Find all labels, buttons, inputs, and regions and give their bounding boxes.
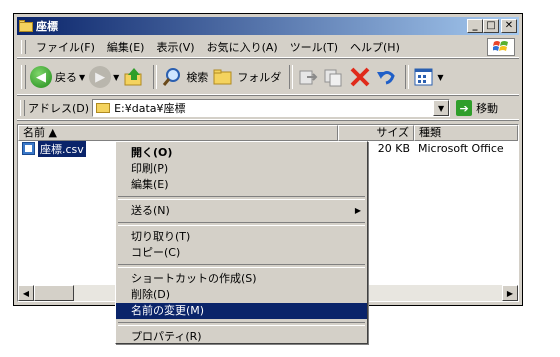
folders-button[interactable]: フォルダ	[212, 66, 281, 88]
address-path: E:¥data¥座標	[114, 102, 186, 115]
toolbar-separator	[289, 65, 294, 89]
views-icon	[414, 68, 433, 86]
menu-item-copy[interactable]: コピー(C)	[116, 245, 367, 261]
title-bar[interactable]: 座標 _ □ ✕	[17, 17, 519, 35]
maximize-button[interactable]: □	[483, 19, 499, 33]
views-button[interactable]: ▼	[413, 66, 443, 88]
move-to-icon	[299, 70, 318, 85]
menu-help[interactable]: ヘルプ(H)	[344, 39, 406, 55]
scroll-thumb[interactable]	[34, 285, 74, 301]
toolbar-separator	[153, 65, 158, 89]
back-button[interactable]: ◀ 戻る ▼	[30, 66, 85, 88]
menu-bar: ファイル(F) 編集(E) 表示(V) お気に入り(A) ツール(T) ヘルプ(…	[17, 37, 519, 58]
file-name[interactable]: 座標.csv	[38, 140, 86, 157]
menu-item-delete[interactable]: 削除(D)	[116, 287, 367, 303]
back-label: 戻る	[55, 71, 77, 84]
folders-label: フォルダ	[237, 71, 282, 84]
up-button[interactable]	[123, 66, 145, 88]
go-button[interactable]: ➔ 移動	[456, 100, 498, 116]
scroll-left-button[interactable]: ◀	[18, 285, 34, 301]
list-header: 名前 ▲ サイズ 種類	[18, 125, 518, 141]
menu-item-cut[interactable]: 切り取り(T)	[116, 229, 367, 245]
column-header-size[interactable]: サイズ	[338, 125, 414, 141]
column-header-name[interactable]: 名前 ▲	[18, 125, 338, 141]
search-button[interactable]: 検索	[161, 66, 208, 88]
menu-separator	[118, 222, 365, 226]
minimize-button[interactable]: _	[467, 19, 483, 33]
menu-item-print[interactable]: 印刷(P)	[116, 161, 367, 177]
menu-tools[interactable]: ツール(T)	[284, 39, 344, 55]
forward-arrow-icon: ▶	[89, 66, 112, 88]
move-to-button[interactable]	[297, 66, 319, 88]
standard-toolbar: ◀ 戻る ▼ ▶ ▼ 検索 フォルダ ▼	[17, 60, 519, 95]
menu-item-create-shortcut[interactable]: ショートカットの作成(S)	[116, 271, 367, 287]
undo-button[interactable]	[375, 66, 397, 88]
address-dropdown-button[interactable]: ▼	[433, 100, 450, 116]
menubar-grip[interactable]	[21, 40, 26, 54]
menu-favorites[interactable]: お気に入り(A)	[201, 39, 284, 55]
menu-item-edit[interactable]: 編集(E)	[116, 177, 367, 193]
delete-button[interactable]	[349, 66, 371, 88]
address-input[interactable]: E:¥data¥座標 ▼	[92, 99, 451, 117]
folders-icon	[213, 69, 232, 85]
undo-icon	[377, 71, 396, 85]
views-dropdown-icon[interactable]: ▼	[437, 73, 443, 82]
file-type: Microsoft Office	[418, 142, 504, 155]
csv-file-icon	[22, 142, 35, 155]
menu-item-rename[interactable]: 名前の変更(M)	[116, 303, 367, 319]
menu-file[interactable]: ファイル(F)	[30, 39, 101, 55]
toolbar-separator	[405, 65, 410, 89]
up-folder-icon	[124, 68, 142, 86]
menu-separator	[118, 322, 365, 326]
menu-separator	[118, 264, 365, 268]
context-menu: 開く(O) 印刷(P) 編集(E) 送る(N) ▶ 切り取り(T) コピー(C)…	[115, 141, 368, 344]
scroll-right-button[interactable]: ▶	[502, 285, 518, 301]
back-dropdown-icon[interactable]: ▼	[79, 73, 85, 82]
copy-to-icon	[324, 69, 342, 87]
window-title: 座標	[36, 20, 58, 33]
back-arrow-icon: ◀	[30, 66, 52, 88]
addressbar-grip[interactable]	[20, 100, 25, 116]
menu-edit[interactable]: 編集(E)	[101, 39, 151, 55]
menu-item-send-to[interactable]: 送る(N) ▶	[116, 203, 367, 219]
menu-view[interactable]: 表示(V)	[150, 39, 200, 55]
menu-item-open[interactable]: 開く(O)	[116, 145, 367, 161]
folder-icon	[96, 103, 111, 113]
menu-separator	[118, 196, 365, 200]
search-label: 検索	[186, 71, 209, 84]
address-bar: アドレス(D) E:¥data¥座標 ▼ ➔ 移動	[17, 97, 519, 120]
go-arrow-icon: ➔	[456, 100, 473, 116]
menu-item-send-to-label: 送る(N)	[131, 204, 170, 217]
go-label: 移動	[476, 102, 499, 115]
submenu-arrow-icon: ▶	[354, 206, 361, 215]
forward-dropdown-icon[interactable]: ▼	[113, 73, 119, 82]
copy-to-button[interactable]	[323, 66, 345, 88]
delete-icon	[350, 67, 370, 87]
windows-logo-icon	[487, 38, 515, 56]
forward-button[interactable]: ▶ ▼	[89, 66, 119, 88]
column-header-type[interactable]: 種類	[414, 125, 518, 141]
close-button[interactable]: ✕	[501, 19, 517, 33]
address-label: アドレス(D)	[28, 102, 90, 115]
menu-item-properties[interactable]: プロパティ(R)	[116, 329, 367, 345]
folder-icon	[19, 20, 33, 32]
toolbar-grip[interactable]	[21, 65, 26, 89]
search-icon	[163, 68, 181, 86]
window-controls: _ □ ✕	[467, 19, 517, 33]
